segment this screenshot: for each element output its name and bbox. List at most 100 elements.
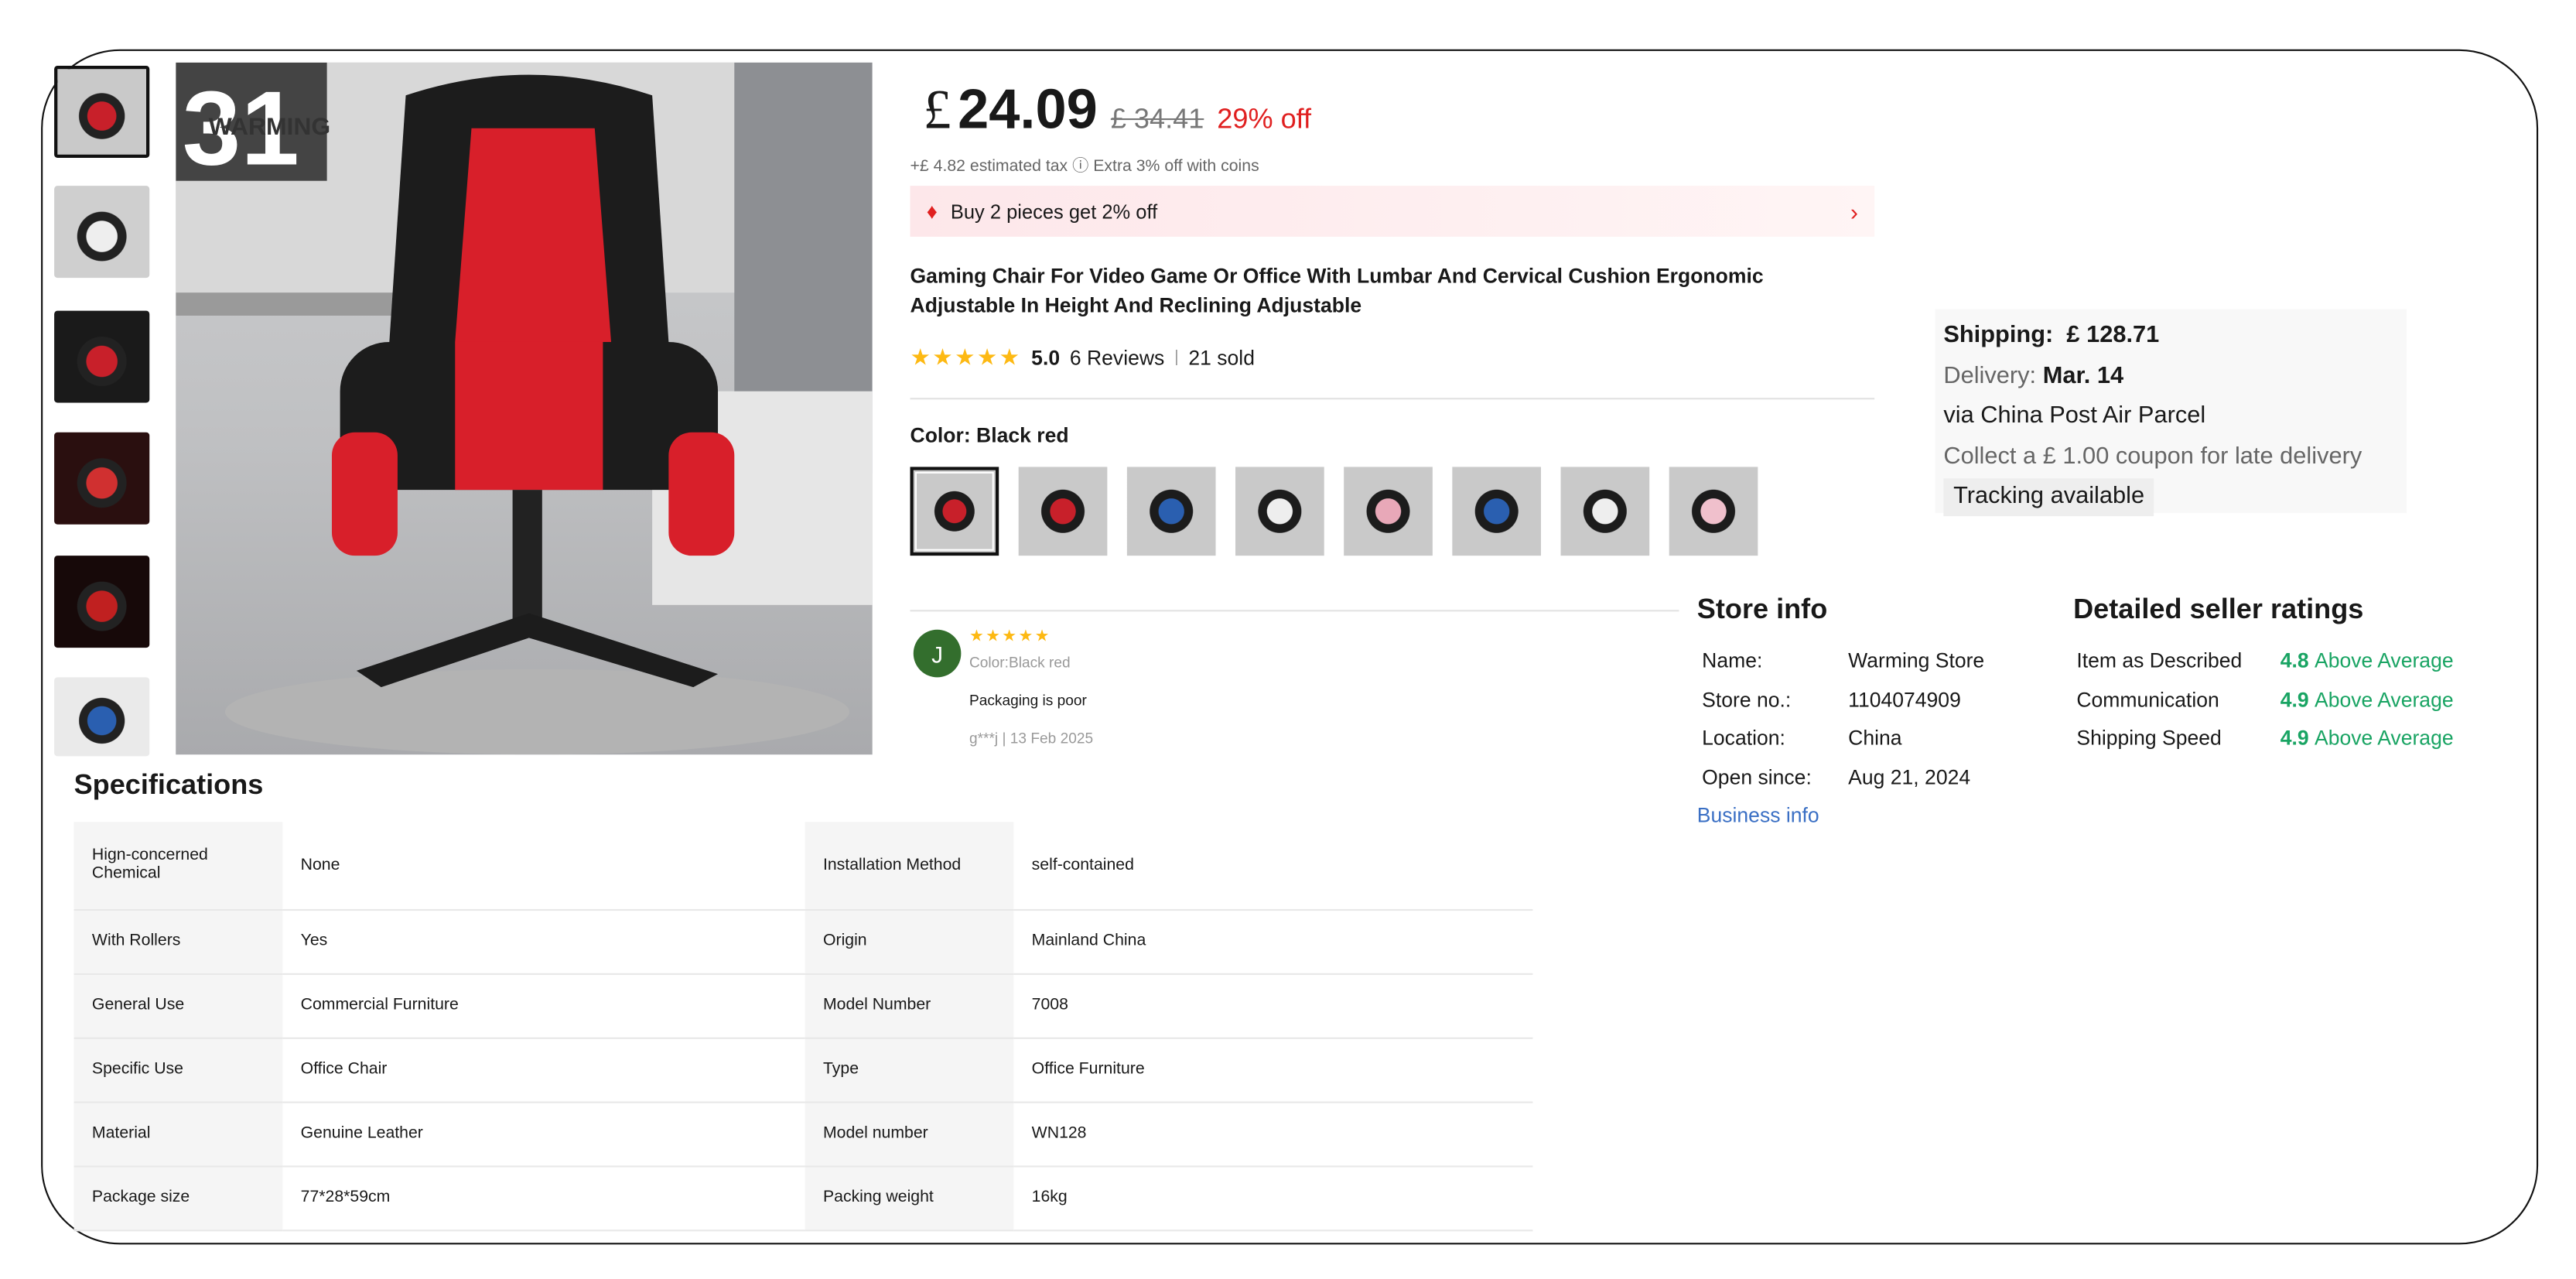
shipping-box: Shipping: £ 128.71 Delivery: Mar. 14 via…	[1935, 309, 2407, 517]
spec-value: 7008	[1013, 973, 1533, 1038]
rating-label: Above Average	[2315, 688, 2454, 711]
store-info-key: Store no.:	[1702, 688, 1792, 711]
thumbnail-3[interactable]	[54, 310, 150, 403]
review-meta: g***j | 13 Feb 2025	[969, 730, 1094, 747]
delivery-label: Delivery:	[1943, 362, 2037, 389]
spec-row: With Rollers Yes Origin Mainland China	[73, 908, 1533, 974]
spec-key: Material	[73, 1101, 283, 1167]
spec-value: Mainland China	[1013, 908, 1533, 974]
spec-value: Office Chair	[282, 1037, 805, 1103]
discount-badge: 29% off	[1217, 103, 1312, 135]
spec-row: Specific Use Office Chair Type Office Fu…	[73, 1037, 1533, 1103]
spec-key: Installation Method	[805, 822, 1014, 911]
color-label: Color: Black red	[910, 424, 1069, 447]
spec-key: With Rollers	[73, 908, 283, 974]
color-swatch-pink[interactable]	[1344, 467, 1433, 556]
rating-score: 4.9	[2280, 727, 2309, 750]
rating-category: Shipping Speed	[2076, 727, 2222, 750]
late-delivery-coupon[interactable]: Collect a £ 1.00 coupon for late deliver…	[1943, 436, 2398, 477]
spec-key: Packing weight	[805, 1165, 1014, 1231]
color-swatch-black-white[interactable]	[1235, 467, 1324, 556]
business-info-link[interactable]: Business info	[1697, 797, 1819, 836]
specifications-title: Specifications	[73, 769, 264, 801]
color-swatch-black-red[interactable]	[910, 467, 999, 556]
product-title: Gaming Chair For Video Game Or Office Wi…	[910, 265, 1764, 318]
store-info-value: China	[1848, 727, 1902, 750]
rating-category: Item as Described	[2076, 649, 2243, 673]
chevron-right-icon: ›	[1850, 198, 1858, 225]
spec-key: Specific Use	[73, 1037, 283, 1103]
review-stars-icon: ★★★★★	[969, 628, 1051, 647]
thumbnail-1[interactable]	[54, 65, 150, 158]
rating-value: 5.0	[1031, 346, 1061, 369]
seller-rating-row: Shipping Speed 4.9 Above Average	[2076, 720, 2453, 759]
review-text: Packaging is poor	[969, 692, 1087, 709]
spec-value: Yes	[282, 908, 805, 974]
store-info-row: Location: China	[1702, 720, 1984, 759]
color-swatch-blue-black[interactable]	[1452, 467, 1542, 556]
thumbnail-5[interactable]	[54, 556, 150, 648]
tax-line: +£ 4.82 estimated tax ⓘ Extra 3% off wit…	[910, 151, 1259, 176]
promo-bar[interactable]: ♦ Buy 2 pieces get 2% off ›	[910, 186, 1875, 237]
rating-row: ★★★★★ 5.0 6 Reviews | 21 sold	[910, 344, 1255, 371]
spec-row: General Use Commercial Furniture Model N…	[73, 973, 1533, 1038]
divider	[910, 610, 1679, 612]
store-info-row: Name: Warming Store	[1702, 643, 1984, 682]
estimated-tax: +£ 4.82 estimated tax	[910, 157, 1068, 176]
tracking-badge: Tracking available	[1943, 478, 2154, 517]
reviews-link[interactable]: 6 Reviews	[1070, 346, 1164, 369]
info-icon[interactable]: ⓘ	[1072, 158, 1088, 176]
color-swatch-black-red[interactable]	[1018, 467, 1108, 556]
coins-offer: Extra 3% off with coins	[1093, 157, 1259, 176]
spec-value: Genuine Leather	[282, 1101, 805, 1167]
spec-key: Model number	[805, 1101, 1014, 1167]
store-info-value: Warming Store	[1848, 649, 1985, 673]
price-row: £ 24.09 £ 34.41 29% off	[924, 79, 1312, 143]
rating-label: Above Average	[2315, 727, 2454, 750]
store-info-key: Open since:	[1702, 765, 1812, 788]
spec-value: Office Furniture	[1013, 1037, 1533, 1103]
divider	[910, 398, 1875, 400]
rating-label: Above Average	[2315, 649, 2454, 673]
divider: |	[1174, 348, 1179, 367]
thumbnail-2[interactable]	[54, 186, 150, 279]
delivery-date: Mar. 14	[2042, 362, 2124, 389]
spec-value: 16kg	[1013, 1165, 1533, 1231]
spec-key: Package size	[73, 1165, 283, 1231]
shipping-cost: £ 128.71	[2066, 322, 2160, 349]
store-info-row: Open since: Aug 21, 2024	[1702, 759, 1984, 798]
spec-value: None	[282, 822, 805, 911]
spec-row: Material Genuine Leather Model number WN…	[73, 1101, 1533, 1167]
spec-value: self-contained	[1013, 822, 1533, 911]
tag-icon: ♦	[926, 199, 938, 224]
gaming-chair-image: 31 WARMING	[176, 62, 873, 755]
thumbnail-4[interactable]	[54, 432, 150, 525]
color-swatch-pink-white[interactable]	[1669, 467, 1758, 556]
spec-key: General Use	[73, 973, 283, 1038]
spec-row: Package size 77*28*59cm Packing weight 1…	[73, 1165, 1533, 1231]
store-info-row: Store no.: 1104074909	[1702, 682, 1984, 720]
seller-rating-row: Communication 4.9 Above Average	[2076, 682, 2453, 720]
rating-category: Communication	[2076, 688, 2219, 711]
main-product-image[interactable]: 31 WARMING	[176, 62, 873, 755]
shipping-label: Shipping:	[1943, 322, 2054, 349]
review-variant: Color:Black red	[969, 654, 1071, 671]
store-info-key: Location:	[1702, 727, 1785, 750]
rating-score: 4.9	[2280, 688, 2309, 711]
spec-value: Commercial Furniture	[282, 973, 805, 1038]
current-price: 24.09	[958, 78, 1098, 142]
avatar: J	[913, 629, 962, 678]
sold-count: 21 sold	[1188, 346, 1255, 369]
svg-text:WARMING: WARMING	[209, 112, 330, 140]
color-swatch-blue[interactable]	[1126, 467, 1216, 556]
seller-ratings-title: Detailed seller ratings	[2073, 593, 2364, 625]
seller-ratings-table: Item as Described 4.8 Above Average Commun…	[2076, 643, 2453, 759]
store-info-value: 1104074909	[1848, 688, 1961, 711]
shipping-method: via China Post Air Parcel	[1943, 402, 2206, 429]
color-swatch-black-white[interactable]	[1560, 467, 1650, 556]
store-info-value: Aug 21, 2024	[1848, 765, 1971, 788]
thumbnail-6[interactable]	[54, 677, 150, 757]
rating-score: 4.8	[2280, 649, 2309, 673]
store-info-table: Name: Warming Store Store no.: 1104074909 Lo…	[1702, 643, 1984, 798]
original-price: £ 34.41	[1110, 103, 1204, 135]
